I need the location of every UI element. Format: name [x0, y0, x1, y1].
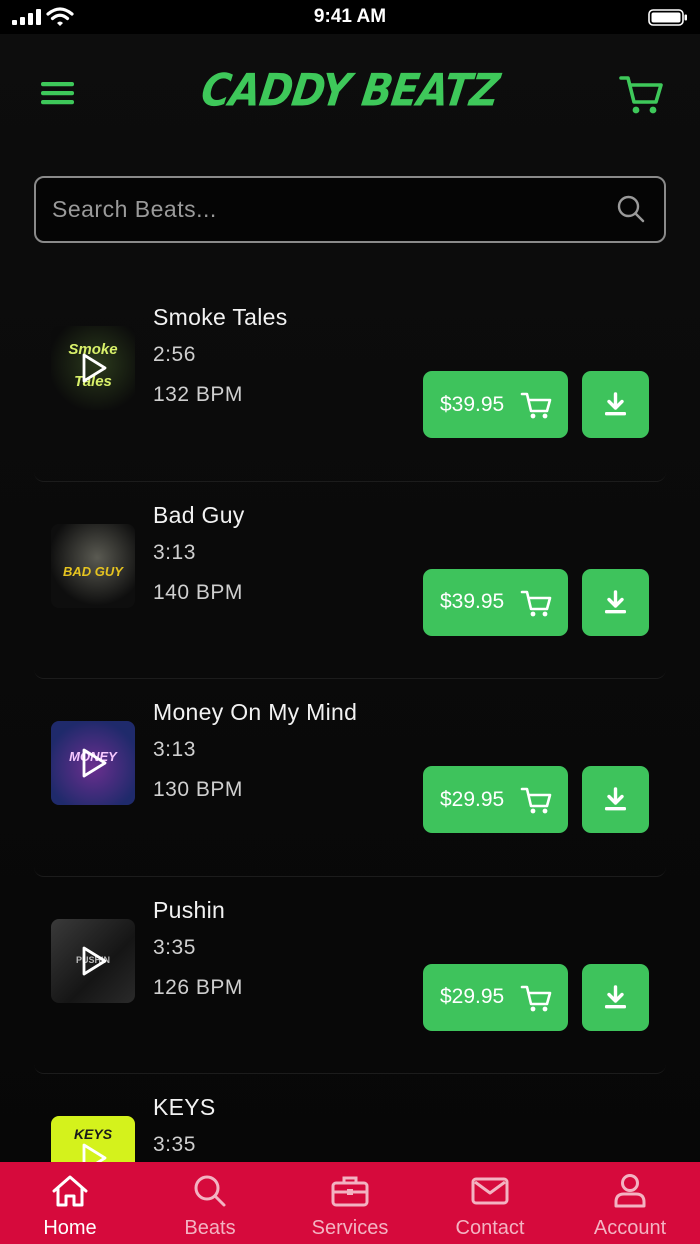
cart-icon — [520, 392, 552, 419]
app-screen: CADDY BEATZ Smoke Tales Smoke Tales 2:56… — [0, 34, 700, 1162]
tab-contact[interactable]: Contact — [420, 1162, 560, 1244]
beat-duration: 3:13 — [153, 540, 196, 564]
beat-title[interactable]: KEYS — [153, 1094, 216, 1121]
tab-account[interactable]: Account — [560, 1162, 700, 1244]
beat-duration: 3:13 — [153, 738, 196, 761]
download-icon — [605, 984, 626, 1008]
beat-title[interactable]: Bad Guy — [153, 502, 245, 529]
tab-beats[interactable]: Beats — [140, 1162, 280, 1244]
cart-icon — [520, 985, 552, 1011]
beat-title[interactable]: Pushin — [153, 897, 225, 924]
status-time: 9:41 AM — [313, 6, 387, 27]
play-icon[interactable] — [79, 1142, 109, 1162]
beat-cover[interactable]: BAD GUY — [51, 523, 135, 608]
download-button[interactable] — [582, 371, 649, 438]
beat-item: KEYS KEYS 3:35 — [34, 1074, 666, 1162]
user-icon — [614, 1174, 646, 1208]
beat-item: BAD GUY Bad Guy 3:13 140 BPM $39.95 — [34, 482, 666, 679]
beat-cover[interactable]: Smoke Tales — [51, 326, 135, 410]
add-to-cart-button[interactable]: $29.95 — [423, 963, 568, 1031]
beat-bpm: 132 BPM — [153, 383, 243, 406]
beat-bpm: 126 BPM — [153, 975, 243, 999]
play-icon[interactable] — [79, 352, 109, 384]
download-icon — [605, 392, 626, 416]
beat-list: Smoke Tales Smoke Tales 2:56 132 BPM $39… — [34, 284, 666, 1162]
beat-duration: 3:35 — [153, 935, 196, 959]
add-to-cart-button[interactable]: $29.95 — [423, 766, 568, 833]
search-input[interactable] — [52, 178, 612, 241]
download-button[interactable] — [582, 568, 649, 636]
tab-label: Home — [43, 1217, 97, 1239]
cover-art-text: KEYS — [73, 1126, 113, 1142]
beat-cover[interactable]: PUSHIN — [51, 918, 135, 1003]
brand-logo: CADDY BEATZ — [198, 65, 502, 117]
play-icon[interactable] — [79, 747, 109, 779]
download-button[interactable] — [582, 963, 649, 1031]
search-bar — [34, 176, 666, 243]
beat-cover[interactable]: MONEY — [51, 721, 135, 805]
briefcase-icon — [331, 1176, 369, 1207]
status-bar: 9:41 AM — [0, 0, 700, 34]
tab-label: Contact — [455, 1217, 525, 1239]
download-button[interactable] — [582, 766, 649, 833]
beat-cover[interactable]: KEYS — [51, 1116, 135, 1162]
add-to-cart-button[interactable]: $39.95 — [423, 371, 568, 438]
download-icon — [605, 787, 626, 811]
tab-services[interactable]: Services — [280, 1162, 420, 1244]
beat-duration: 3:35 — [153, 1133, 196, 1156]
price-label: $29.95 — [440, 787, 505, 811]
tab-label: Account — [593, 1217, 667, 1239]
beat-item: MONEY Money On My Mind 3:13 130 BPM $29.… — [34, 679, 666, 877]
cart-icon — [520, 590, 552, 616]
search-icon[interactable] — [616, 194, 646, 224]
app-header: CADDY BEATZ — [0, 34, 700, 154]
beat-title[interactable]: Smoke Tales — [153, 304, 288, 331]
price-label: $39.95 — [440, 590, 505, 613]
add-to-cart-button[interactable]: $39.95 — [423, 568, 568, 636]
cart-icon[interactable] — [618, 72, 664, 116]
tab-home[interactable]: Home — [0, 1162, 140, 1244]
tab-bar: Home Beats Services Contact Account — [0, 1162, 700, 1244]
battery-icon — [648, 9, 687, 26]
download-icon — [605, 589, 626, 613]
beat-item: PUSHIN Pushin 3:35 126 BPM $29.95 — [34, 877, 666, 1074]
cart-icon — [520, 787, 552, 814]
tab-label: Beats — [184, 1217, 236, 1239]
play-icon[interactable] — [79, 945, 109, 977]
beat-item: Smoke Tales Smoke Tales 2:56 132 BPM $39… — [34, 284, 666, 482]
envelope-icon — [471, 1177, 509, 1205]
tab-label: Services — [311, 1217, 389, 1239]
beat-bpm: 140 BPM — [153, 580, 243, 604]
home-icon — [52, 1175, 88, 1207]
beat-duration: 2:56 — [153, 343, 196, 366]
beat-title[interactable]: Money On My Mind — [153, 699, 357, 726]
price-label: $39.95 — [440, 392, 505, 416]
beat-bpm: 130 BPM — [153, 778, 243, 801]
price-label: $29.95 — [440, 985, 505, 1008]
search-icon — [194, 1175, 226, 1207]
